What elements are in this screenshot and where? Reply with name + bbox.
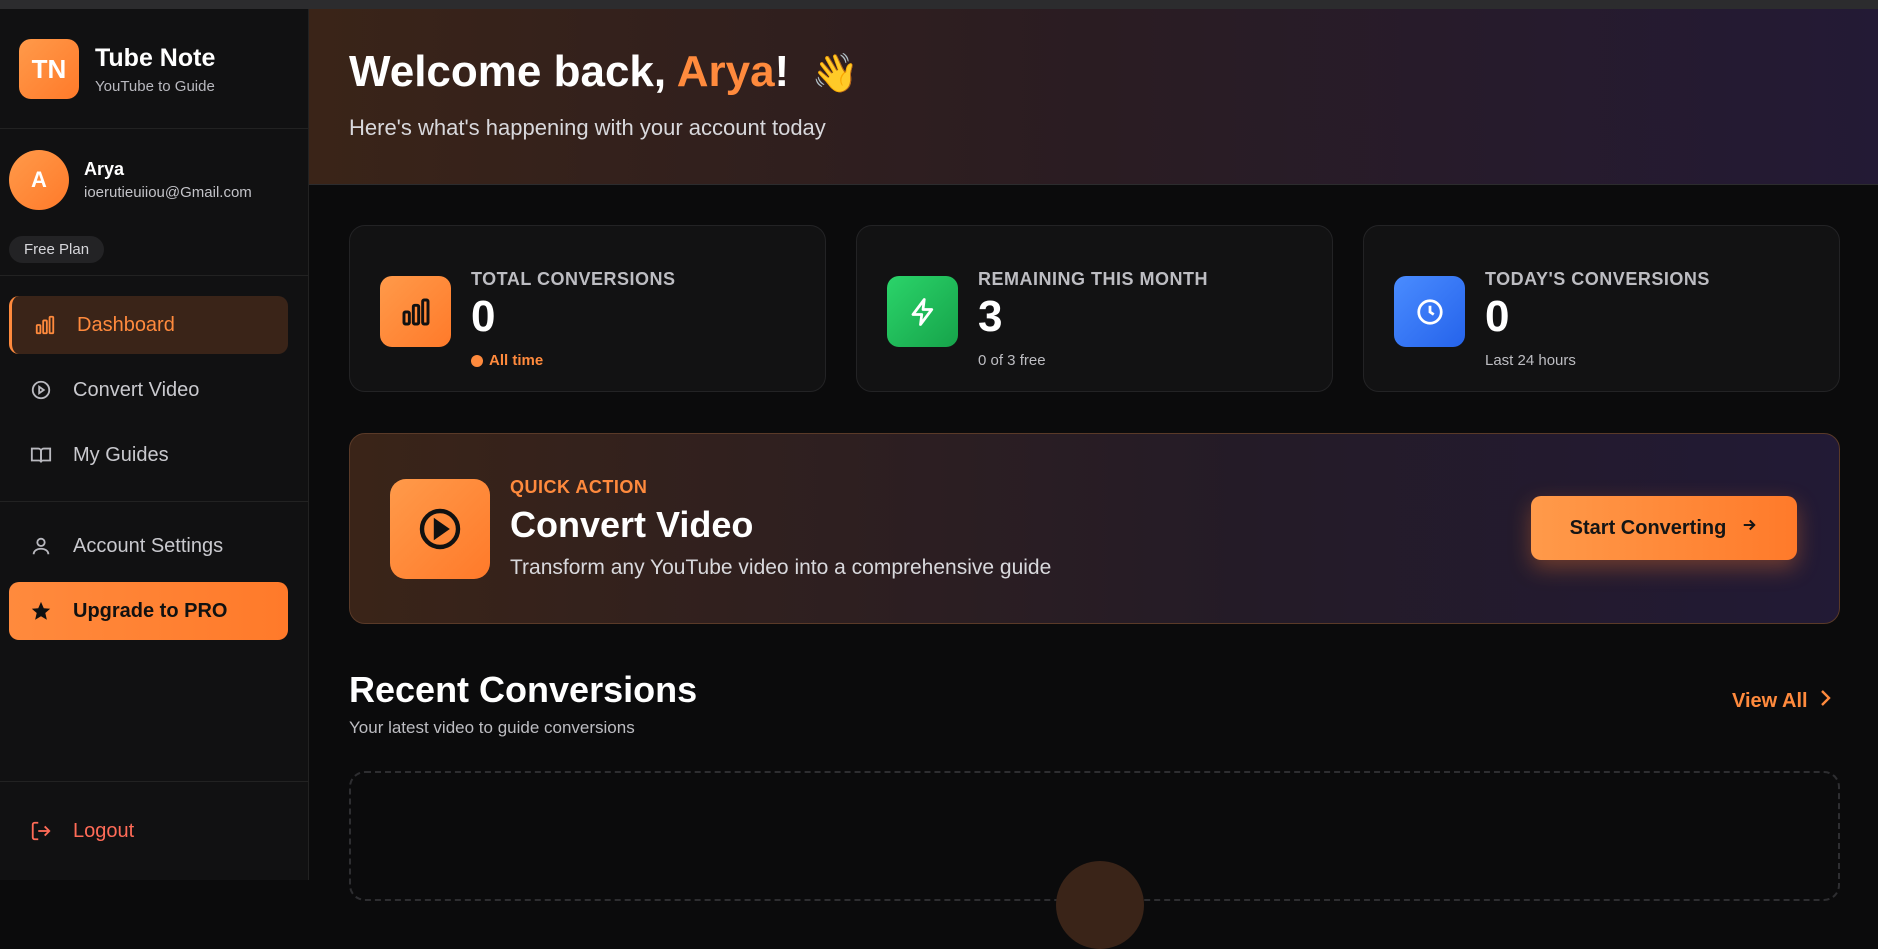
stat-card-remaining: REMAINING THIS MONTH 3 0 of 3 free	[856, 225, 1333, 392]
play-circle-icon	[390, 479, 490, 579]
nav-label: Dashboard	[77, 313, 175, 336]
play-circle-icon	[29, 378, 53, 402]
avatar: A	[9, 150, 69, 210]
stat-label: REMAINING THIS MONTH	[978, 269, 1208, 289]
quick-action-kicker: QUICK ACTION	[510, 477, 648, 497]
nav-label: Convert Video	[73, 378, 200, 401]
welcome-banner: Welcome back, Arya! 👋 Here's what's happ…	[309, 9, 1878, 185]
empty-state-icon	[1056, 861, 1144, 949]
browser-top-bar	[0, 0, 1878, 9]
recent-conversions-empty	[349, 771, 1840, 949]
upgrade-pro-button[interactable]: Upgrade to PRO	[9, 582, 288, 640]
plan-badge: Free Plan	[9, 236, 105, 263]
greeting-name: Arya	[676, 47, 775, 96]
stat-value: 0	[1485, 292, 1510, 341]
bar-chart-icon	[33, 313, 57, 337]
user-name: Arya	[84, 159, 125, 179]
brand-tagline: YouTube to Guide	[95, 77, 215, 95]
arrow-up-circle-icon	[471, 354, 483, 367]
logout-label: Logout	[73, 819, 135, 842]
bar-chart-icon	[380, 276, 451, 347]
stat-label: TOTAL CONVERSIONS	[471, 269, 676, 289]
stat-value: 0	[471, 292, 496, 341]
quick-action-card: QUICK ACTION Convert Video Transform any…	[349, 433, 1840, 624]
user-profile: A Arya ioerutieuiiou@Gmail.com	[9, 150, 252, 210]
brand[interactable]: TN Tube Note YouTube to Guide	[19, 39, 215, 99]
book-icon	[29, 443, 53, 467]
chevron-right-icon	[1818, 689, 1832, 713]
lightning-icon	[887, 276, 958, 347]
user-icon	[29, 534, 53, 558]
stat-foot-text: All time	[489, 352, 544, 369]
brand-name: Tube Note	[95, 43, 216, 72]
nav-item-convert-video[interactable]: Convert Video	[9, 361, 288, 419]
stat-card-total: TOTAL CONVERSIONS 0 All time	[349, 225, 826, 392]
divider	[0, 128, 309, 129]
stat-card-today: TODAY'S CONVERSIONS 0 Last 24 hours	[1363, 225, 1840, 392]
recent-subtitle: Your latest video to guide conversions	[349, 718, 635, 737]
quick-action-title: Convert Video	[510, 504, 754, 545]
start-converting-button[interactable]: Start Converting	[1531, 496, 1797, 560]
stat-foot: 0 of 3 free	[978, 352, 1046, 369]
user-email: ioerutieuiiou@Gmail.com	[84, 184, 252, 201]
nav-label: Account Settings	[73, 534, 224, 557]
main-content: Welcome back, Arya! 👋 Here's what's happ…	[309, 9, 1878, 949]
stat-foot: Last 24 hours	[1485, 352, 1576, 369]
nav-item-my-guides[interactable]: My Guides	[9, 426, 288, 484]
divider	[0, 501, 309, 502]
stat-foot: All time	[471, 352, 543, 369]
arrow-right-icon	[1740, 516, 1758, 540]
divider	[0, 781, 309, 782]
page-title: Welcome back, Arya! 👋	[349, 47, 859, 97]
greeting-exclaim: !	[774, 47, 790, 96]
view-all-link[interactable]: View All	[1732, 689, 1832, 713]
logout-icon	[29, 819, 53, 843]
clock-icon	[1394, 276, 1465, 347]
stat-label: TODAY'S CONVERSIONS	[1485, 269, 1710, 289]
stat-value: 3	[978, 292, 1003, 341]
button-label: Start Converting	[1569, 516, 1727, 539]
view-all-label: View All	[1732, 689, 1808, 712]
wave-emoji-icon: 👋	[811, 53, 859, 95]
nav-label: My Guides	[73, 443, 169, 466]
sidebar: TN Tube Note YouTube to Guide A Arya ioe…	[0, 9, 309, 880]
nav-item-account-settings[interactable]: Account Settings	[9, 517, 288, 575]
greeting-text: Welcome back,	[349, 47, 677, 96]
nav-item-dashboard[interactable]: Dashboard	[9, 296, 288, 354]
upgrade-label: Upgrade to PRO	[73, 599, 228, 622]
quick-action-description: Transform any YouTube video into a compr…	[510, 556, 1052, 579]
page-subtitle: Here's what's happening with your accoun…	[349, 115, 826, 140]
star-icon	[29, 599, 53, 623]
recent-title: Recent Conversions	[349, 669, 698, 710]
logout-button[interactable]: Logout	[9, 802, 288, 860]
brand-logo: TN	[19, 39, 79, 99]
divider	[0, 275, 309, 276]
